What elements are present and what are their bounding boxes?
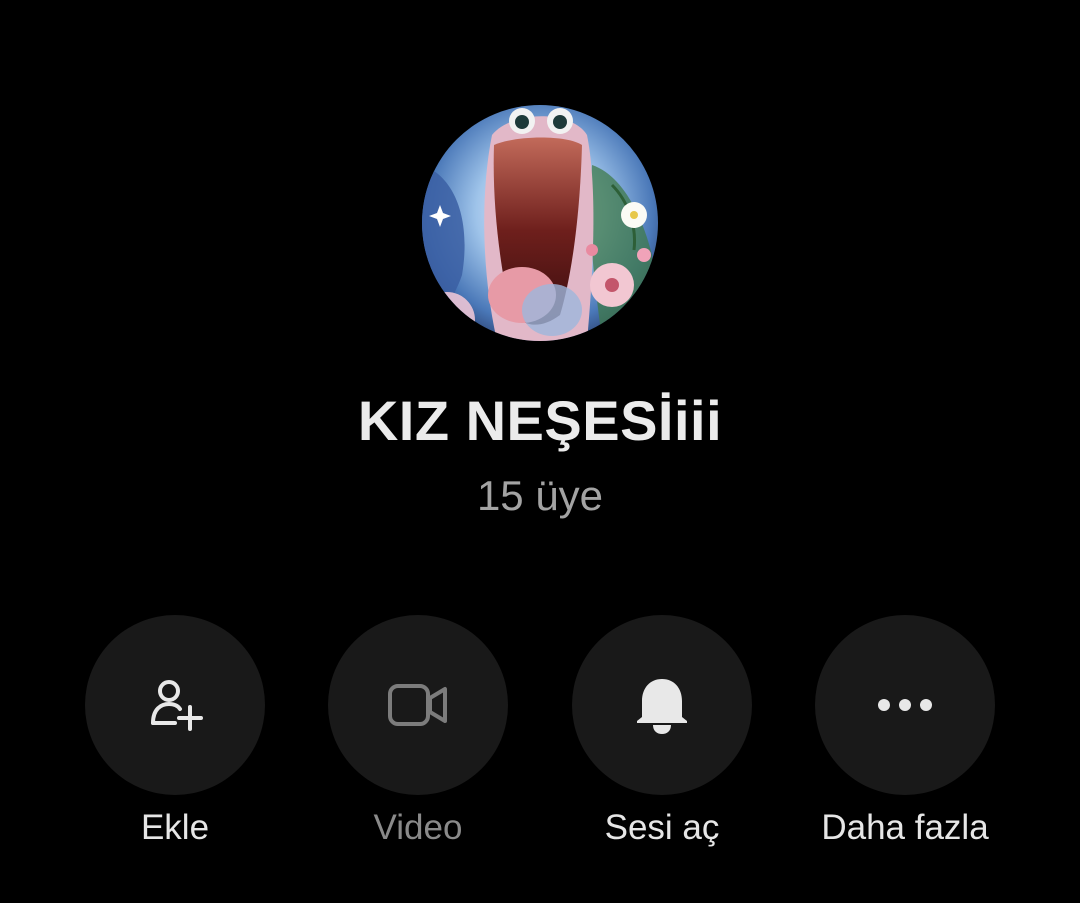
unmute-button[interactable] (572, 615, 752, 795)
group-avatar[interactable] (422, 105, 658, 341)
video-call-action: Video (328, 615, 508, 847)
group-name: KIZ NEŞESİiii (357, 389, 723, 452)
group-info-screen: KIZ NEŞESİiii 15 üye Ekle Video Sesi aç … (0, 0, 1080, 903)
unmute-action: Sesi aç (572, 615, 752, 847)
bell-icon (637, 679, 687, 734)
add-person-icon (151, 680, 203, 731)
member-count[interactable]: 15 üye (0, 472, 1080, 520)
group-avatar-image (422, 105, 658, 341)
more-options-button[interactable] (815, 615, 995, 795)
add-member-button[interactable] (85, 615, 265, 795)
more-options-action: Daha fazla (815, 615, 995, 847)
video-call-button[interactable] (328, 615, 508, 795)
video-camera-icon (388, 684, 447, 726)
add-member-action: Ekle (85, 615, 265, 847)
more-options-label: Daha fazla (821, 808, 989, 847)
more-dots-icon (878, 699, 932, 711)
